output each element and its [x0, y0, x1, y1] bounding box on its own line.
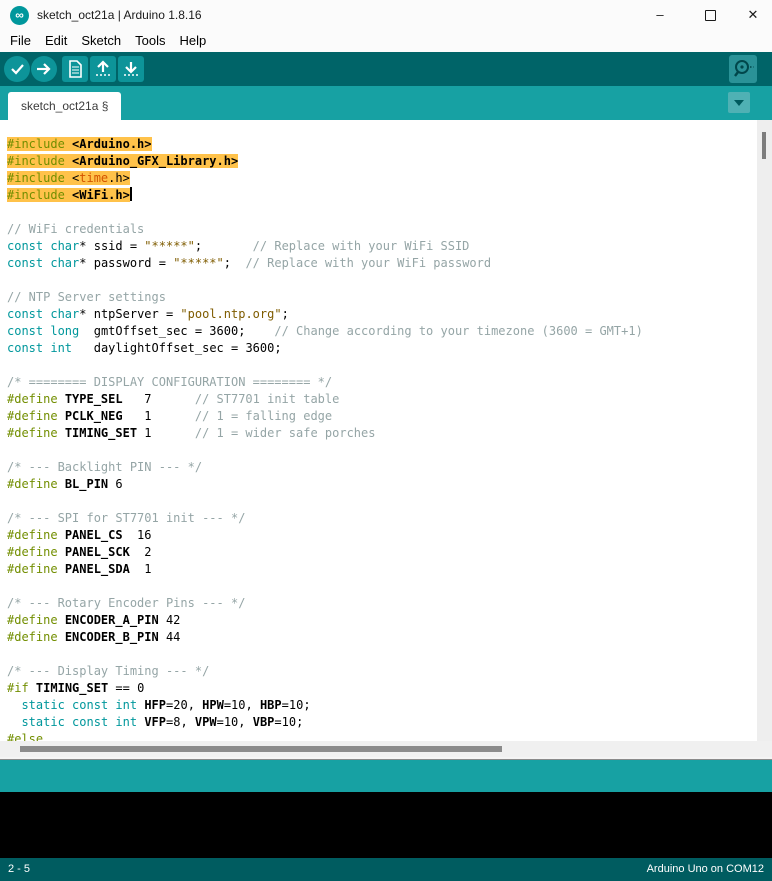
- cursor-position-label: 2 - 5: [8, 858, 30, 881]
- menu-item-help[interactable]: Help: [172, 30, 213, 52]
- code-line: /* --- Backlight PIN --- */: [7, 459, 757, 476]
- new-sketch-button[interactable]: [62, 56, 88, 82]
- code-line: static const int VFP=8, VPW=10, VBP=10;: [7, 714, 757, 731]
- code-line: #include <Arduino.h>: [7, 136, 757, 153]
- down-arrow-icon: [118, 56, 144, 82]
- code-line: #define PANEL_SCK 2: [7, 544, 757, 561]
- code-line: // WiFi credentials: [7, 221, 757, 238]
- code-line: const char* ssid = "*****"; // Replace w…: [7, 238, 757, 255]
- code-line: const long gmtOffset_sec = 3600; // Chan…: [7, 323, 757, 340]
- menu-bar: FileEditSketchToolsHelp: [0, 30, 772, 52]
- code-line: /* --- SPI for ST7701 init --- */: [7, 510, 757, 527]
- text-cursor: [130, 187, 132, 201]
- code-line: #define PANEL_SDA 1: [7, 561, 757, 578]
- maximize-icon: [705, 10, 716, 21]
- code-line: const char* password = "*****"; // Repla…: [7, 255, 757, 272]
- code-line: #define TYPE_SEL 7 // ST7701 init table: [7, 391, 757, 408]
- tab-sketch-oct21a[interactable]: sketch_oct21a §: [8, 92, 121, 120]
- menu-item-tools[interactable]: Tools: [128, 30, 172, 52]
- code-line: const char* ntpServer = "pool.ntp.org";: [7, 306, 757, 323]
- window-title: sketch_oct21a | Arduino 1.8.16: [37, 0, 202, 30]
- menu-item-sketch[interactable]: Sketch: [74, 30, 128, 52]
- code-line: #define ENCODER_B_PIN 44: [7, 629, 757, 646]
- tab-bar: sketch_oct21a §: [0, 86, 772, 120]
- magnifier-icon: [729, 55, 757, 83]
- right-arrow-icon: [31, 56, 57, 82]
- minimize-button[interactable]: –: [640, 0, 680, 30]
- code-line: const int daylightOffset_sec = 3600;: [7, 340, 757, 357]
- code-line: [7, 578, 757, 595]
- code-line: /* --- Display Timing --- */: [7, 663, 757, 680]
- code-line: [7, 646, 757, 663]
- code-line: #if TIMING_SET == 0: [7, 680, 757, 697]
- code-line: #include <time.h>: [7, 170, 757, 187]
- up-arrow-icon: [90, 56, 116, 82]
- upload-button[interactable]: [31, 56, 57, 82]
- code-line: /* ======== DISPLAY CONFIGURATION ======…: [7, 374, 757, 391]
- code-line: [7, 442, 757, 459]
- title-bar: ∞ sketch_oct21a | Arduino 1.8.16 – ✕: [0, 0, 772, 30]
- code-line: [7, 357, 757, 374]
- verify-button[interactable]: [4, 56, 30, 82]
- code-area: #include <Arduino.h>#include <Arduino_GF…: [0, 120, 757, 741]
- code-line: #define TIMING_SET 1 // 1 = wider safe p…: [7, 425, 757, 442]
- horizontal-scrollbar[interactable]: [0, 741, 772, 757]
- code-line: [7, 204, 757, 221]
- arduino-logo-icon: ∞: [10, 6, 29, 25]
- tab-list-dropdown-button[interactable]: [728, 92, 750, 113]
- code-line: #define PANEL_CS 16: [7, 527, 757, 544]
- code-line: // NTP Server settings: [7, 289, 757, 306]
- code-line: #include <Arduino_GFX_Library.h>: [7, 153, 757, 170]
- serial-monitor-button[interactable]: [729, 55, 757, 83]
- save-sketch-button[interactable]: [118, 56, 144, 82]
- console-output: [0, 792, 772, 858]
- code-line: /* --- Rotary Encoder Pins --- */: [7, 595, 757, 612]
- menu-items: FileEditSketchToolsHelp: [0, 30, 772, 52]
- code-line: [7, 493, 757, 510]
- vertical-scrollbar-thumb[interactable]: [762, 132, 766, 159]
- code-line: #define BL_PIN 6: [7, 476, 757, 493]
- chevron-down-icon: [734, 100, 744, 106]
- code-editor[interactable]: #include <Arduino.h>#include <Arduino_GF…: [0, 120, 757, 741]
- close-button[interactable]: ✕: [733, 0, 772, 30]
- code-line: [7, 272, 757, 289]
- maximize-button[interactable]: [690, 0, 730, 30]
- document-icon: [62, 56, 88, 82]
- menu-item-file[interactable]: File: [3, 30, 38, 52]
- code-line: #define ENCODER_A_PIN 42: [7, 612, 757, 629]
- check-icon: [4, 56, 30, 82]
- toolbar: [0, 52, 772, 86]
- code-line: static const int HFP=20, HPW=10, HBP=10;: [7, 697, 757, 714]
- console-header: [0, 760, 772, 792]
- code-line: #define PCLK_NEG 1 // 1 = falling edge: [7, 408, 757, 425]
- board-port-label: Arduino Uno on COM12: [647, 858, 764, 881]
- status-bar: 2 - 5 Arduino Uno on COM12: [0, 858, 772, 881]
- open-sketch-button[interactable]: [90, 56, 116, 82]
- code-line: #else: [7, 731, 757, 741]
- code-line: #include <WiFi.h>: [7, 187, 757, 204]
- vertical-scrollbar[interactable]: [757, 120, 772, 741]
- menu-item-edit[interactable]: Edit: [38, 30, 74, 52]
- horizontal-scrollbar-thumb[interactable]: [20, 746, 502, 752]
